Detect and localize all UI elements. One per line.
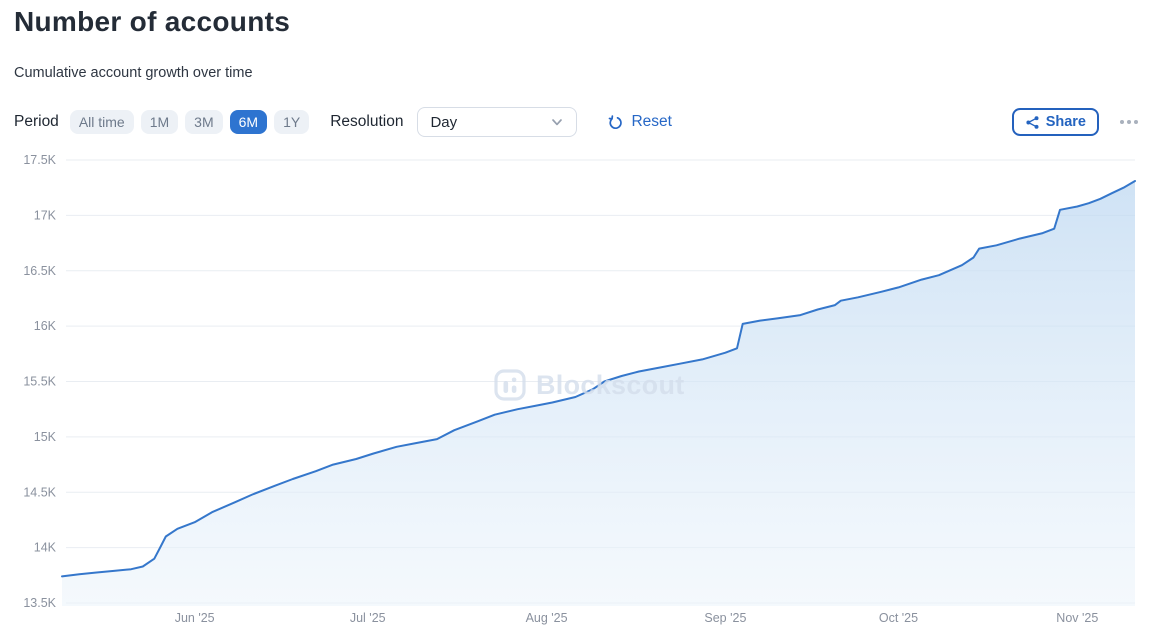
x-axis-label: Oct '25 — [879, 611, 918, 625]
y-axis-label: 17K — [34, 208, 57, 222]
x-axis-label: Nov '25 — [1056, 611, 1098, 625]
x-axis-label: Jul '25 — [350, 611, 386, 625]
y-axis-label: 16.5K — [23, 264, 56, 278]
y-axis-label: 13.5K — [23, 596, 56, 610]
y-axis-label: 15.5K — [23, 375, 56, 389]
y-axis-label: 14K — [34, 541, 57, 555]
chart-area: Blockscout 13.5K14K14.5K15K15.5K16K16.5K… — [0, 0, 1150, 643]
x-axis-label: Sep '25 — [704, 611, 746, 625]
y-axis-label: 17.5K — [23, 153, 56, 167]
y-axis-label: 16K — [34, 319, 57, 333]
chart-page: Number of accounts Cumulative account gr… — [0, 0, 1150, 643]
accounts-growth-chart[interactable]: 13.5K 14K 14.5K 15K 15.5K 16K 16.5K 17K 17.5K Jun… — [0, 0, 1150, 643]
y-axis-label: 14.5K — [23, 485, 56, 499]
series-area — [62, 181, 1135, 606]
x-axis-label: Aug '25 — [526, 611, 568, 625]
x-axis-label: Jun '25 — [175, 611, 215, 625]
y-axis-label: 15K — [34, 430, 57, 444]
